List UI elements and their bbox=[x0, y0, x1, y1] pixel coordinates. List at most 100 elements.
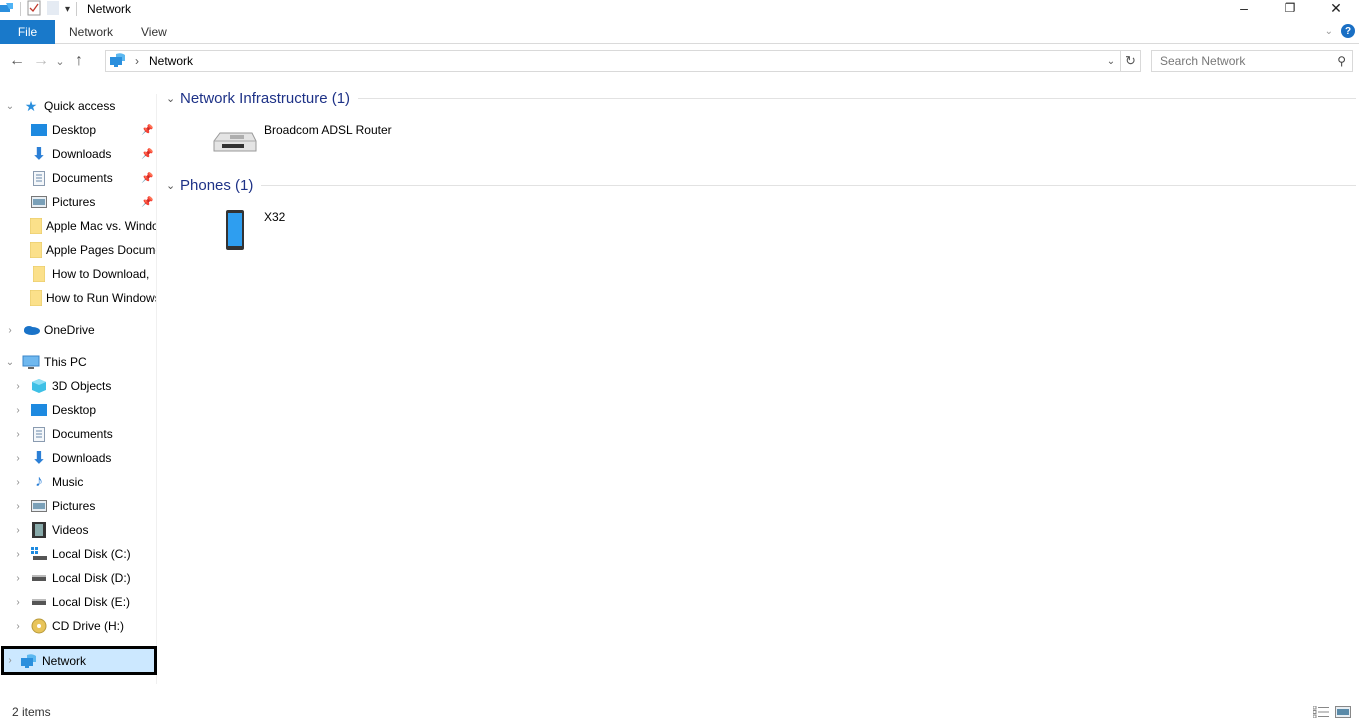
sidebar-item-qa-pictures[interactable]: Pictures bbox=[30, 191, 156, 213]
chevron-right-icon[interactable]: › bbox=[12, 573, 24, 584]
close-button[interactable]: ✕ bbox=[1313, 0, 1359, 16]
chevron-right-icon[interactable]: › bbox=[12, 525, 24, 536]
sidebar-item-qa-downloads[interactable]: ⬇ Downloads bbox=[30, 143, 156, 165]
sidebar-item-onedrive[interactable]: › OneDrive bbox=[4, 319, 154, 341]
network-device-item[interactable]: Broadcom ADSL Router bbox=[208, 123, 392, 163]
sidebar-item-3d-objects[interactable]: › 3D Objects bbox=[12, 375, 156, 397]
search-input[interactable]: Search Network ⚲ bbox=[1151, 50, 1353, 72]
sidebar-item-label: This PC bbox=[44, 355, 87, 369]
pin-icon[interactable]: 📌 bbox=[141, 197, 153, 208]
customize-qat-icon[interactable]: ▾ bbox=[65, 4, 70, 15]
expand-ribbon-icon[interactable]: ⌄ bbox=[1325, 26, 1333, 37]
sidebar-item-music[interactable]: › ♪ Music bbox=[12, 471, 156, 493]
sidebar-item-label: Quick access bbox=[44, 99, 116, 113]
sidebar-item-videos[interactable]: › Videos bbox=[12, 519, 156, 541]
chevron-right-icon[interactable]: › bbox=[12, 429, 24, 440]
chevron-right-icon[interactable]: › bbox=[12, 477, 24, 488]
phone-icon bbox=[224, 210, 248, 250]
pin-icon[interactable]: 📌 bbox=[141, 149, 153, 160]
chevron-right-icon[interactable]: › bbox=[12, 381, 24, 392]
pin-icon[interactable]: 📌 bbox=[141, 173, 153, 184]
network-app-icon bbox=[0, 1, 14, 18]
sidebar-item-cd-drive-h[interactable]: › CD Drive (H:) bbox=[12, 615, 156, 637]
sidebar-item-label: OneDrive bbox=[44, 323, 95, 337]
group-network-infrastructure[interactable]: ⌄ Network Infrastructure (1) bbox=[166, 87, 1356, 109]
router-icon bbox=[208, 127, 258, 163]
chevron-down-icon[interactable]: ⌄ bbox=[4, 357, 16, 368]
ribbon-tabs: File Network View ⌄ ? bbox=[0, 19, 1359, 44]
sidebar-item-label: Local Disk (D:) bbox=[52, 571, 131, 585]
sidebar-item-label: Pictures bbox=[52, 195, 96, 209]
sidebar-item-label: How to Download, bbox=[52, 267, 150, 281]
chevron-down-icon[interactable]: ⌄ bbox=[4, 101, 16, 112]
quick-access-toolbar: ▾ bbox=[0, 0, 83, 18]
chevron-down-icon[interactable]: ⌄ bbox=[166, 92, 180, 105]
computer-icon bbox=[22, 354, 40, 370]
sidebar-item-label: Documents bbox=[52, 427, 113, 441]
breadcrumb-network[interactable]: Network bbox=[149, 54, 193, 68]
drive-icon bbox=[30, 570, 48, 586]
group-divider bbox=[261, 184, 1356, 186]
search-placeholder: Search Network bbox=[1160, 54, 1246, 68]
maximize-button[interactable]: ❐ bbox=[1267, 0, 1313, 16]
tab-file[interactable]: File bbox=[0, 19, 55, 44]
chevron-right-icon[interactable]: › bbox=[12, 621, 24, 632]
status-item-count: 2 items bbox=[12, 705, 51, 719]
sidebar-item-pictures[interactable]: › Pictures bbox=[12, 495, 156, 517]
sidebar-item-desktop[interactable]: › Desktop bbox=[12, 399, 156, 421]
pin-icon[interactable]: 📌 bbox=[141, 125, 153, 136]
window-title: Network bbox=[87, 2, 132, 16]
sidebar-item-this-pc[interactable]: ⌄ This PC bbox=[4, 351, 154, 373]
chevron-down-icon[interactable]: ⌄ bbox=[166, 179, 180, 192]
sidebar-item-label: Pictures bbox=[52, 499, 96, 513]
tab-view[interactable]: View bbox=[127, 20, 181, 44]
sidebar-item-documents[interactable]: › Documents bbox=[12, 423, 156, 445]
details-view-icon[interactable] bbox=[1312, 705, 1329, 721]
sidebar-item-downloads[interactable]: › ⬇ Downloads bbox=[12, 447, 156, 469]
chevron-right-icon[interactable]: › bbox=[12, 405, 24, 416]
sidebar-item-local-disk-d[interactable]: › Local Disk (D:) bbox=[12, 567, 156, 589]
address-dropdown-icon[interactable]: ⌄ bbox=[1102, 51, 1120, 71]
sidebar-item-qa-desktop[interactable]: Desktop bbox=[30, 119, 156, 141]
title-bar: ▾ Network – ❐ ✕ bbox=[0, 0, 1359, 18]
sidebar-item-label: How to Run Windows bbox=[46, 291, 156, 305]
navigation-pane: ⌄ ★ Quick access Desktop 📌 ⬇ Downloads 📌… bbox=[0, 94, 157, 684]
up-button[interactable]: ↑ bbox=[67, 49, 91, 73]
sidebar-item-quick-access[interactable]: ⌄ ★ Quick access bbox=[4, 95, 154, 117]
minimize-button[interactable]: – bbox=[1221, 0, 1267, 16]
chevron-right-icon[interactable]: › bbox=[12, 501, 24, 512]
chevron-right-icon[interactable]: › bbox=[12, 453, 24, 464]
help-icon[interactable]: ? bbox=[1341, 24, 1355, 38]
properties-icon[interactable] bbox=[27, 0, 41, 19]
tab-network[interactable]: Network bbox=[55, 20, 127, 44]
sidebar-item-qa-documents[interactable]: Documents bbox=[30, 167, 156, 189]
chevron-right-icon[interactable]: › bbox=[12, 597, 24, 608]
sidebar-item-qa-folder[interactable]: How to Download, bbox=[30, 263, 156, 285]
sidebar-item-qa-folder[interactable]: How to Run Windows bbox=[30, 287, 156, 309]
sidebar-item-local-disk-e[interactable]: › Local Disk (E:) bbox=[12, 591, 156, 613]
chevron-right-icon[interactable]: › bbox=[12, 549, 24, 560]
phone-device-item[interactable]: X32 bbox=[224, 210, 285, 250]
large-icons-view-icon[interactable] bbox=[1335, 706, 1351, 721]
documents-icon bbox=[30, 170, 48, 186]
back-button[interactable]: ← bbox=[5, 49, 29, 73]
search-icon[interactable]: ⚲ bbox=[1337, 54, 1346, 68]
sidebar-item-local-disk-c[interactable]: › Local Disk (C:) bbox=[12, 543, 156, 565]
documents-icon bbox=[30, 426, 48, 442]
cd-drive-icon bbox=[30, 618, 48, 634]
network-icon bbox=[109, 52, 127, 71]
sidebar-item-qa-folder[interactable]: Apple Mac vs. Windows bbox=[30, 215, 156, 237]
content-pane: ⌄ Network Infrastructure (1) Broadcom AD… bbox=[160, 80, 1359, 690]
folder-icon bbox=[30, 266, 48, 282]
refresh-button[interactable]: ↻ bbox=[1121, 50, 1141, 72]
address-bar[interactable]: › Network ⌄ bbox=[105, 50, 1121, 72]
downloads-icon: ⬇ bbox=[32, 146, 46, 163]
group-phones[interactable]: ⌄ Phones (1) bbox=[166, 174, 1356, 196]
recent-locations-button[interactable]: ⌄ bbox=[53, 49, 67, 73]
new-folder-icon[interactable] bbox=[47, 0, 59, 19]
sidebar-item-qa-folder[interactable]: Apple Pages Documents bbox=[30, 239, 156, 261]
folder-icon bbox=[30, 242, 42, 258]
forward-button[interactable]: → bbox=[29, 49, 53, 73]
chevron-right-icon[interactable]: › bbox=[4, 325, 16, 336]
folder-icon bbox=[30, 218, 42, 234]
